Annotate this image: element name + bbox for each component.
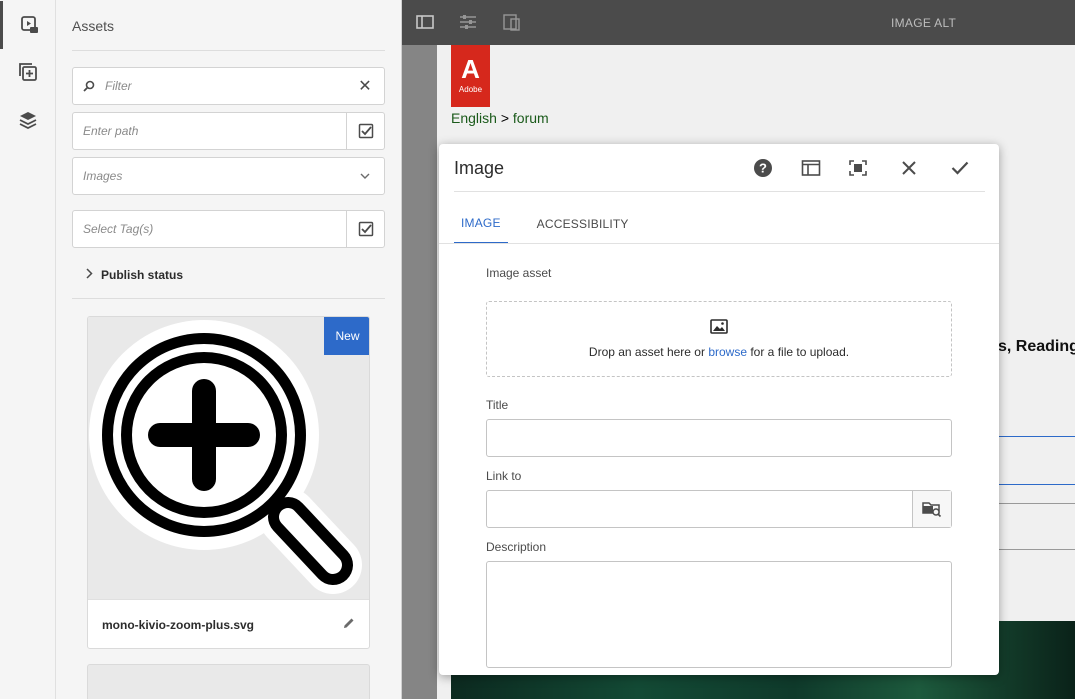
asset-card[interactable] [87,664,370,699]
toggle-sidepanel-icon[interactable] [799,156,823,180]
help-icon[interactable]: ? [751,156,775,180]
filter-placeholder: Filter [105,79,132,93]
device-preview-icon[interactable] [502,12,522,32]
breadcrumb-forum[interactable]: forum [513,110,549,126]
divider [72,298,385,299]
search-icon [73,80,99,92]
close-icon[interactable] [897,156,921,180]
edit-pencil-icon[interactable] [343,616,355,634]
path-browse-icon[interactable] [346,112,384,150]
path-placeholder: Enter path [83,124,139,138]
title-label: Title [486,398,509,412]
path-input[interactable]: Enter path [72,112,385,150]
image-icon [710,319,728,337]
publish-status-toggle[interactable]: Publish status [86,268,183,282]
page-partial-heading: s, Reading [998,338,1075,355]
filter-input[interactable]: Filter ✕ [72,67,385,105]
adobe-logo: A Adobe [451,45,490,107]
tags-input[interactable]: Select Tag(s) [72,210,385,248]
title-field[interactable] [486,419,952,457]
image-asset-label: Image asset [486,266,552,280]
asset-filename: mono-kivio-zoom-plus.svg [102,617,255,632]
content-tree-icon[interactable] [0,96,56,144]
tags-browse-icon[interactable] [346,210,384,248]
asset-card[interactable]: New mono-kivio-zoom-plus.svg [87,316,370,649]
done-checkmark-icon[interactable] [948,156,972,180]
toolbar-title: IMAGE ALT [891,16,957,30]
tags-placeholder: Select Tag(s) [83,222,154,236]
divider [998,484,1075,485]
image-dialog: Image ? IMAGE ACCESSIBILITY Image asset … [439,144,999,675]
properties-sliders-icon[interactable] [458,12,478,32]
breadcrumb-english[interactable]: English [451,110,497,126]
asset-thumbnail: New [88,317,369,599]
editor-toolbar: IMAGE ALT [402,0,1075,45]
divider [998,436,1075,437]
link-field[interactable] [486,490,952,528]
link-label: Link to [486,469,522,483]
browse-link[interactable]: browse [708,345,747,359]
asset-type-select[interactable]: Images [72,157,385,195]
dialog-title: Image [454,158,505,178]
asset-type-value: Images [83,169,123,183]
tab-accessibility[interactable]: ACCESSIBILITY [530,204,636,244]
page-breadcrumb: English > forum [451,110,549,126]
divider [454,191,985,192]
divider [998,549,1075,550]
chevron-down-icon [346,173,384,179]
chevron-right-icon [86,268,93,282]
description-textarea[interactable] [486,561,952,668]
panel-title: Assets [72,18,115,34]
components-icon[interactable] [0,48,56,96]
fullscreen-icon[interactable] [846,156,870,180]
tab-image[interactable]: IMAGE [454,204,508,244]
clear-icon[interactable]: ✕ [346,76,384,96]
side-rail [0,0,56,699]
assets-panel: Assets Filter ✕ Enter path Images Select… [56,0,402,699]
description-label: Description [486,540,547,554]
dialog-tabs: IMAGE ACCESSIBILITY [454,204,658,244]
divider [439,243,999,244]
divider [998,503,1075,504]
publish-status-label: Publish status [101,268,184,282]
side-panel-toggle-icon[interactable] [415,12,435,32]
path-picker-icon[interactable] [912,491,951,527]
new-badge: New [324,317,369,355]
drop-instructions: Drop an asset here or browse for a file … [588,345,850,359]
divider [72,50,385,51]
assets-finder-icon[interactable] [0,1,56,49]
svg-text:?: ? [759,161,767,176]
asset-card-footer: mono-kivio-zoom-plus.svg [88,599,369,648]
zoom-plus-icon [89,320,362,594]
dialog-header: Image ? [439,144,999,192]
asset-drop-zone[interactable]: Drop an asset here or browse for a file … [486,301,952,377]
